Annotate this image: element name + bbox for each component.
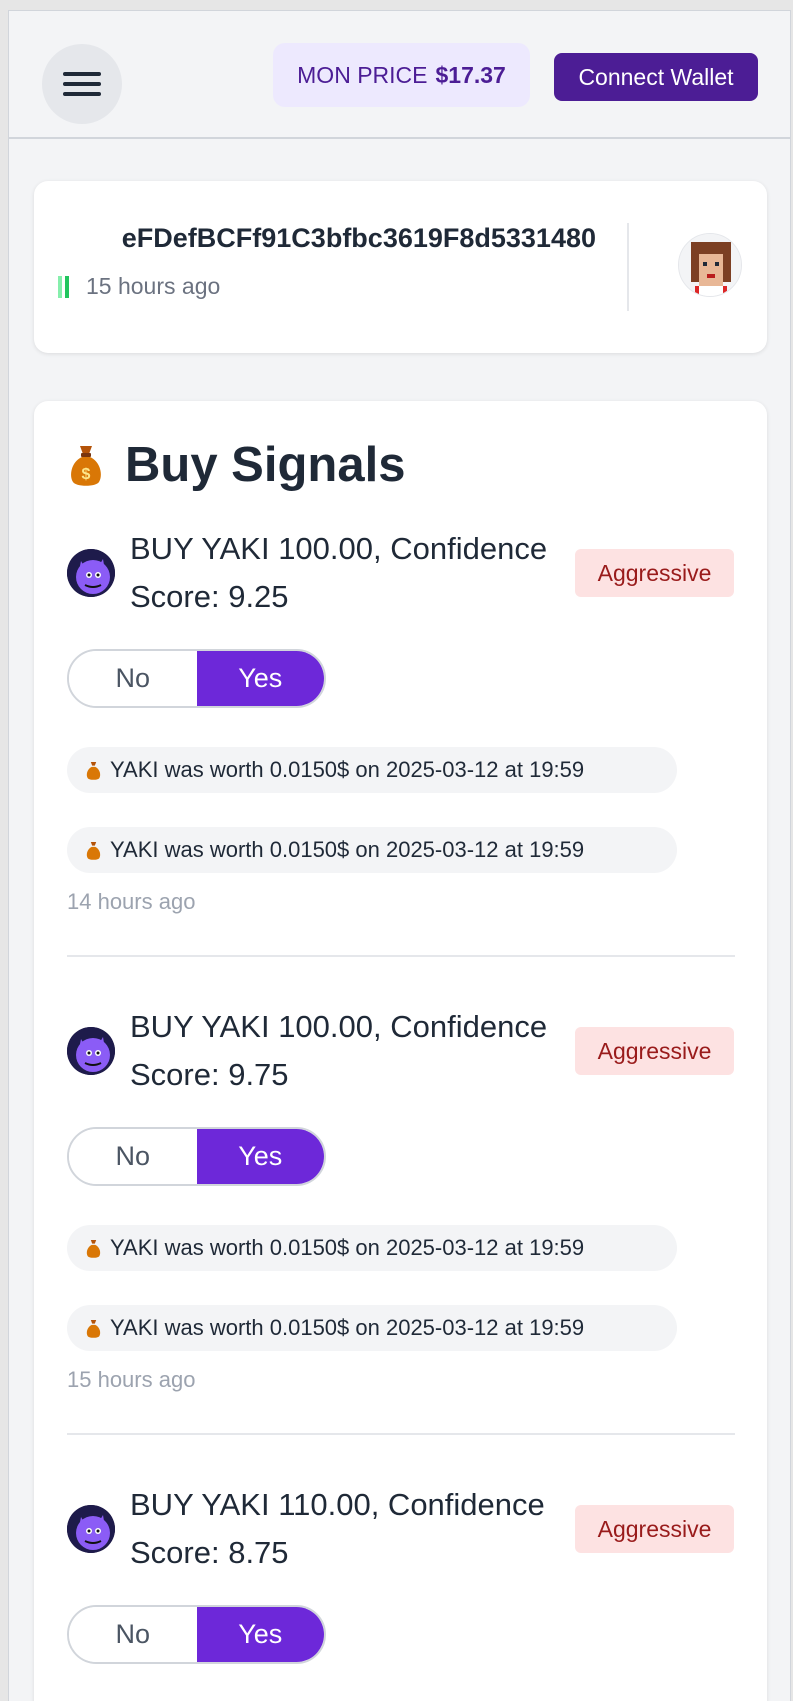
no-button[interactable]: No	[69, 1607, 197, 1662]
money-bag-icon	[86, 1239, 101, 1258]
connect-wallet-button[interactable]: Connect Wallet	[554, 53, 758, 101]
price-note-text: YAKI was worth 0.0150$ on 2025-03-12 at …	[110, 1315, 585, 1340]
top-header: MON PRICE $17.37 Connect Wallet	[9, 11, 790, 139]
app-frame: MON PRICE $17.37 Connect Wallet eFDefBCF…	[8, 10, 791, 1701]
no-button[interactable]: No	[69, 1129, 197, 1184]
signal-time: 14 hours ago	[67, 889, 196, 914]
price-note: YAKI was worth 0.0150$ on 2025-03-12 at …	[67, 1225, 677, 1271]
token-avatar-icon	[67, 1505, 115, 1553]
token-avatar-icon	[67, 549, 115, 597]
status-badge: Aggressive	[575, 1027, 734, 1075]
signals-header: $ Buy Signals	[67, 437, 405, 493]
signal-text: BUY YAKI 100.00, Confidence Score: 9.25	[130, 531, 548, 614]
status-badge: Aggressive	[575, 549, 734, 597]
yes-no-toggle: No Yes	[67, 1605, 326, 1664]
no-button[interactable]: No	[69, 651, 197, 706]
price-note: YAKI was worth 0.0150$ on 2025-03-12 at …	[67, 1305, 677, 1351]
money-bag-icon: $	[71, 446, 101, 486]
yes-button[interactable]: Yes	[196, 1129, 324, 1184]
yes-no-toggle: No Yes	[67, 649, 326, 708]
price-note: YAKI was worth 0.0150$ on 2025-03-12 at …	[67, 827, 677, 873]
divider	[67, 1433, 735, 1435]
price-value: $17.37	[435, 61, 506, 88]
signal-text: BUY YAKI 100.00, Confidence Score: 9.75	[130, 1009, 548, 1092]
divider	[67, 955, 735, 957]
wallet-card: eFDefBCFf91C3bfbc3619F8d5331480 15 hours…	[34, 181, 767, 353]
status-badge: Aggressive	[575, 1505, 734, 1553]
wallet-meta: 15 hours ago	[58, 273, 220, 300]
svg-text:$: $	[82, 466, 91, 483]
money-bag-icon	[86, 841, 101, 860]
money-bag-icon	[86, 1319, 101, 1338]
signal-time: 15 hours ago	[67, 1367, 196, 1392]
yes-button[interactable]: Yes	[196, 1607, 324, 1662]
wallet-address[interactable]: eFDefBCFf91C3bfbc3619F8d5331480	[34, 223, 604, 254]
price-label: MON PRICE	[297, 61, 428, 88]
mon-price-badge: MON PRICE $17.37	[273, 43, 530, 107]
yes-button[interactable]: Yes	[196, 651, 324, 706]
yes-no-toggle: No Yes	[67, 1127, 326, 1186]
price-note: YAKI was worth 0.0150$ on 2025-03-12 at …	[67, 747, 677, 793]
money-bag-icon	[86, 761, 101, 780]
bar-chart-icon	[58, 275, 70, 298]
token-avatar-icon	[67, 1027, 115, 1075]
price-note-text: YAKI was worth 0.0150$ on 2025-03-12 at …	[110, 837, 585, 862]
price-note-text: YAKI was worth 0.0150$ on 2025-03-12 at …	[110, 757, 585, 782]
wallet-time: 15 hours ago	[86, 273, 221, 299]
signal-text: BUY YAKI 110.00, Confidence Score: 8.75	[130, 1487, 545, 1570]
buy-signals-card: $ Buy Signals BUY YAKI 100.00, Confidenc…	[34, 401, 767, 1701]
signals-title: Buy Signals	[125, 438, 406, 492]
hamburger-menu-icon[interactable]	[42, 44, 122, 124]
vertical-divider	[627, 223, 629, 311]
pixel-avatar-icon[interactable]	[678, 233, 742, 297]
price-note-text: YAKI was worth 0.0150$ on 2025-03-12 at …	[110, 1235, 585, 1260]
